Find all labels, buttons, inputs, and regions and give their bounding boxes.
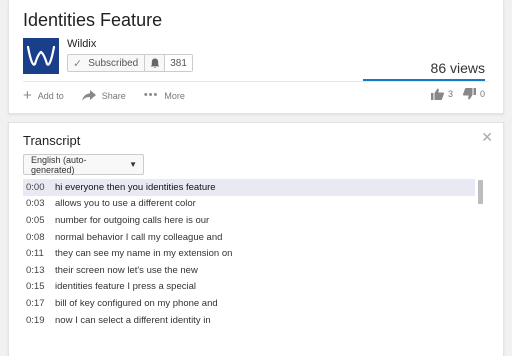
- caption-text: normal behavior I call my colleague and: [55, 231, 223, 243]
- caption-text: identities feature I press a special: [55, 281, 196, 293]
- transcript-panel: Transcript ✕ English (auto-generated) ▼ …: [8, 122, 504, 356]
- add-to-label: Add to: [37, 90, 64, 101]
- caret-down-icon: ▼: [129, 160, 137, 169]
- more-button[interactable]: ••• More: [144, 88, 185, 103]
- more-label: More: [164, 90, 185, 101]
- close-icon[interactable]: ✕: [481, 129, 493, 146]
- language-label: English (auto-generated): [31, 154, 87, 175]
- wildix-logo-icon: [23, 38, 59, 74]
- timestamp: 0:11: [26, 248, 44, 260]
- transcript-line[interactable]: 0:11 they can see my name in my extensio…: [23, 245, 475, 262]
- transcript-line[interactable]: 0:17 bill of key configured on my phone …: [23, 295, 475, 312]
- caption-text: allows you to use a different color: [55, 198, 196, 210]
- transcript-line[interactable]: 0:15 identities feature I press a specia…: [23, 279, 475, 296]
- transcript-line[interactable]: 0:00 hi everyone then you identities fea…: [23, 179, 475, 196]
- timestamp: 0:08: [26, 231, 45, 243]
- thumbs-up-icon: [430, 88, 444, 100]
- transcript-title: Transcript: [23, 133, 81, 148]
- transcript-line[interactable]: 0:05 number for outgoing calls here is o…: [23, 212, 475, 229]
- caption-text: now I can select a different identity in: [55, 314, 211, 326]
- transcript-scrollbar[interactable]: [478, 180, 483, 204]
- transcript-line[interactable]: 0:08 normal behavior I call my colleague…: [23, 229, 475, 246]
- thumbs-down-icon: [462, 88, 476, 100]
- rating-bar: 3 0: [430, 88, 485, 100]
- transcript-line[interactable]: 0:19 now I can select a different identi…: [23, 312, 475, 329]
- bell-icon: [150, 58, 160, 68]
- timestamp: 0:03: [26, 198, 45, 210]
- video-info-card: Identities Feature Wildix ✓ Subscribed 3…: [8, 0, 504, 114]
- share-label: Share: [101, 90, 126, 101]
- transcript-line[interactable]: 0:03 allows you to use a different color: [23, 196, 475, 213]
- channel-name[interactable]: Wildix: [67, 38, 96, 50]
- checkmark-icon: ✓: [73, 57, 83, 70]
- like-button[interactable]: 3: [430, 88, 453, 100]
- divider: [23, 81, 489, 82]
- view-count: 86 views: [430, 60, 485, 76]
- timestamp: 0:05: [26, 214, 45, 226]
- caption-text: their screen now let's use the new: [55, 264, 198, 276]
- transcript-lines: 0:00 hi everyone then you identities fea…: [23, 179, 475, 356]
- timestamp: 0:00: [26, 181, 45, 193]
- video-title: Identities Feature: [23, 10, 163, 30]
- subscribe-control: ✓ Subscribed 381: [67, 54, 193, 72]
- subscribe-button[interactable]: ✓ Subscribed: [68, 55, 144, 71]
- timestamp: 0:19: [26, 314, 45, 326]
- subscriber-count: 381: [164, 55, 192, 71]
- caption-text: hi everyone then you identities feature: [55, 181, 216, 193]
- transcript-line[interactable]: 0:13 their screen now let's use the new: [23, 262, 475, 279]
- add-to-button[interactable]: + Add to: [23, 88, 64, 103]
- dislike-count: 0: [479, 89, 485, 99]
- notification-bell-button[interactable]: [144, 55, 164, 71]
- caption-text: bill of key configured on my phone and: [55, 297, 218, 309]
- caption-text: number for outgoing calls here is our: [55, 214, 210, 226]
- timestamp: 0:15: [26, 281, 45, 293]
- timestamp: 0:13: [26, 264, 45, 276]
- timestamp: 0:17: [26, 297, 45, 309]
- action-bar: + Add to Share ••• More: [23, 88, 185, 103]
- share-icon: [81, 90, 96, 101]
- caption-text: they can see my name in my extension on: [55, 248, 233, 260]
- channel-avatar[interactable]: [23, 38, 59, 74]
- share-button[interactable]: Share: [81, 88, 126, 103]
- subscribe-label: Subscribed: [88, 57, 139, 69]
- like-count: 3: [447, 89, 453, 99]
- dislike-button[interactable]: 0: [462, 88, 485, 100]
- plus-icon: +: [23, 87, 32, 104]
- language-select[interactable]: English (auto-generated) ▼: [23, 154, 144, 175]
- more-dots-icon: •••: [143, 89, 159, 101]
